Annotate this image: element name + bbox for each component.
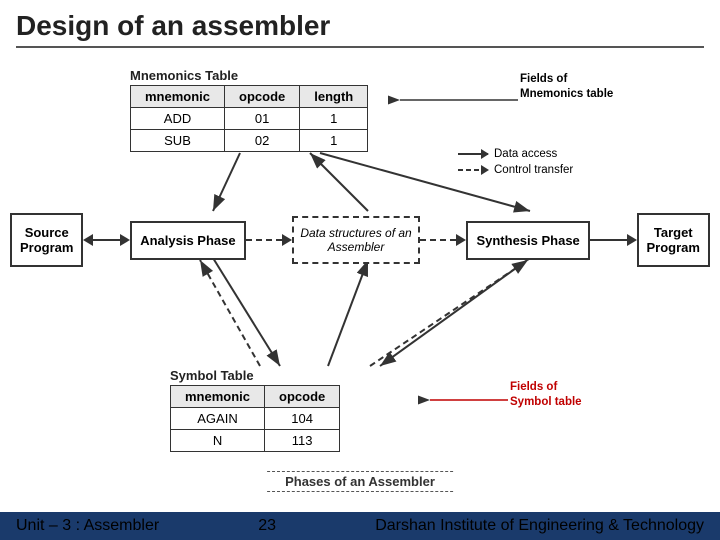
left-arrowhead <box>83 234 93 246</box>
page-title: Design of an assembler <box>0 0 720 46</box>
right-arrowhead2 <box>456 234 466 246</box>
synthesis-phase-box: Synthesis Phase <box>466 221 589 260</box>
mnemonics-table-container: Mnemonics Table mnemonic opcode length A… <box>130 68 368 152</box>
title-divider <box>16 46 704 48</box>
cell: 02 <box>225 130 300 152</box>
main-content: Mnemonics Table mnemonic opcode length A… <box>0 58 720 528</box>
solid-arrow-icon <box>458 153 488 155</box>
arrow-to-analysis <box>83 234 130 246</box>
mnemonics-table: mnemonic opcode length ADD 01 1 SUB 02 1 <box>130 85 368 152</box>
col-length: length <box>300 86 368 108</box>
symbol-table-container: Symbol Table mnemonic opcode AGAIN 104 N… <box>170 368 340 452</box>
target-program-box: TargetProgram <box>637 213 710 267</box>
dashed-arrow-icon <box>458 169 488 171</box>
cell: 01 <box>225 108 300 130</box>
arrow-line2 <box>590 239 627 241</box>
right-arrowhead <box>282 234 292 246</box>
arrow-to-synthesis <box>420 234 467 246</box>
legend-container: Data access Control transfer <box>458 148 573 176</box>
col-mnemonic: mnemonic <box>131 86 225 108</box>
fields-symbol-label: Fields ofSymbol table <box>510 380 582 410</box>
col-opcode-sym: opcode <box>265 386 340 408</box>
control-transfer-text: Control transfer <box>494 164 573 176</box>
col-mnemonic-sym: mnemonic <box>171 386 265 408</box>
footer-right: Darshan Institute of Engineering & Techn… <box>375 517 704 535</box>
mnemonics-table-label: Mnemonics Table <box>130 68 368 83</box>
right-arrowhead <box>120 234 130 246</box>
analysis-phase-box: Analysis Phase <box>130 221 245 260</box>
source-program-box: SourceProgram <box>10 213 83 267</box>
symbol-table: mnemonic opcode AGAIN 104 N 113 <box>170 385 340 452</box>
footer-left: Unit – 3 : Assembler <box>16 517 159 535</box>
dashed-line <box>246 239 283 241</box>
cell: ADD <box>131 108 225 130</box>
dashed-line2 <box>420 239 457 241</box>
table-row: AGAIN 104 <box>171 408 340 430</box>
fields-mnemonics-label: Fields ofMnemonics table <box>520 72 613 102</box>
phases-label: Phases of an Assembler <box>267 471 453 492</box>
cell: 1 <box>300 130 368 152</box>
footer: Unit – 3 : Assembler 23 Darshan Institut… <box>0 512 720 540</box>
cell: 104 <box>265 408 340 430</box>
table-row: ADD 01 1 <box>131 108 368 130</box>
footer-page-number: 23 <box>258 517 276 535</box>
symbol-table-label: Symbol Table <box>170 368 340 383</box>
cell: AGAIN <box>171 408 265 430</box>
legend-control-transfer: Control transfer <box>458 164 573 176</box>
cell: SUB <box>131 130 225 152</box>
legend-data-access: Data access <box>458 148 573 160</box>
table-row: SUB 02 1 <box>131 130 368 152</box>
right-arrowhead3 <box>627 234 637 246</box>
table-row: N 113 <box>171 430 340 452</box>
cell: 113 <box>265 430 340 452</box>
data-structures-box: Data structures of anAssembler <box>292 216 419 264</box>
arrow-line <box>93 239 120 241</box>
cell: N <box>171 430 265 452</box>
data-access-text: Data access <box>494 148 557 160</box>
flow-row: SourceProgram Analysis Phase Data struct… <box>10 213 710 267</box>
cell: 1 <box>300 108 368 130</box>
arrow-to-target <box>590 234 637 246</box>
arrow-to-data-structures <box>246 234 293 246</box>
col-opcode: opcode <box>225 86 300 108</box>
